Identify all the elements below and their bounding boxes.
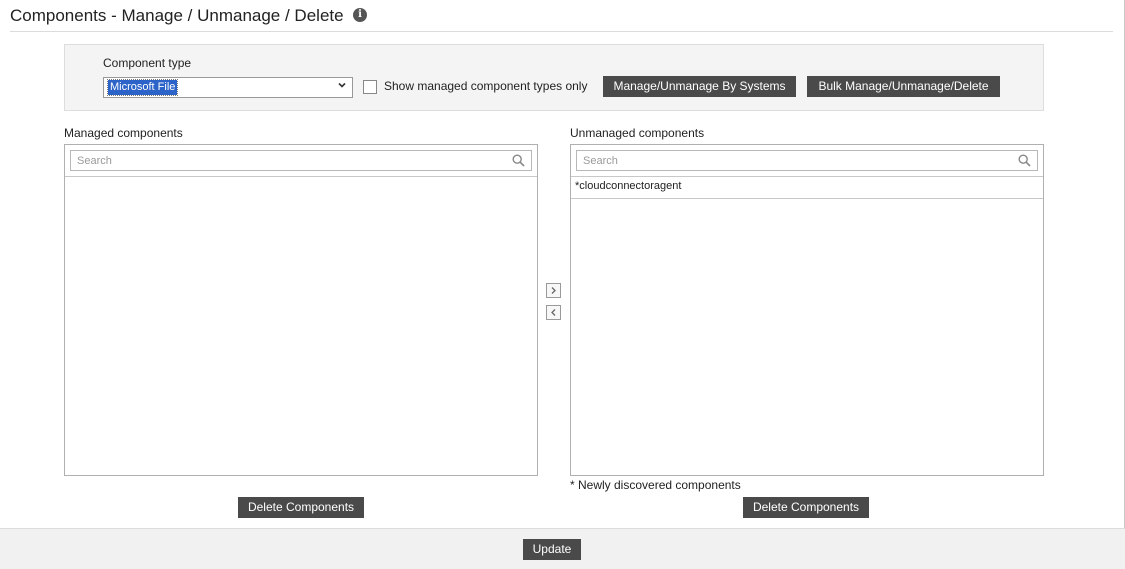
chevron-right-icon xyxy=(551,287,556,294)
delete-unmanaged-components-button[interactable]: Delete Components xyxy=(743,497,869,518)
managed-components-list[interactable] xyxy=(64,144,538,476)
bulk-manage-button[interactable]: Bulk Manage/Unmanage/Delete xyxy=(807,76,1000,97)
page-title: Components - Manage / Unmanage / Delete xyxy=(10,6,344,25)
component-type-label: Component type xyxy=(103,56,192,70)
chevron-left-icon xyxy=(551,309,556,316)
component-type-selected-value: Microsoft File xyxy=(106,79,179,96)
footer-bar: Update xyxy=(0,528,1125,569)
unmanaged-search-input[interactable] xyxy=(577,151,1037,170)
managed-search-input[interactable] xyxy=(71,151,531,170)
list-divider xyxy=(571,176,1043,177)
delete-managed-components-button[interactable]: Delete Components xyxy=(238,497,364,518)
unmanaged-components-heading: Unmanaged components xyxy=(570,126,705,140)
show-managed-only-label: Show managed component types only xyxy=(384,79,588,93)
list-item[interactable]: *cloudconnectoragent xyxy=(575,180,681,192)
filter-panel: Component type Microsoft File Show manag… xyxy=(64,44,1044,111)
move-to-unmanaged-button[interactable] xyxy=(546,283,561,298)
show-managed-only-checkbox[interactable] xyxy=(363,80,377,94)
unmanaged-search[interactable] xyxy=(576,150,1038,171)
component-type-select[interactable]: Microsoft File xyxy=(103,77,353,98)
managed-search[interactable] xyxy=(70,150,532,171)
page-header: Components - Manage / Unmanage / Delete … xyxy=(10,6,1113,32)
move-to-managed-button[interactable] xyxy=(546,305,561,320)
newly-discovered-footnote: * Newly discovered components xyxy=(570,478,741,492)
list-item-divider xyxy=(571,198,1043,199)
unmanaged-components-list[interactable]: *cloudconnectoragent xyxy=(570,144,1044,476)
managed-components-heading: Managed components xyxy=(64,126,183,140)
list-divider xyxy=(65,176,537,177)
update-button[interactable]: Update xyxy=(523,539,581,560)
chevron-down-icon xyxy=(338,82,346,88)
manage-by-systems-button[interactable]: Manage/Unmanage By Systems xyxy=(603,76,796,97)
search-icon[interactable] xyxy=(1018,154,1031,167)
search-icon[interactable] xyxy=(512,154,525,167)
info-icon[interactable]: i xyxy=(353,8,367,22)
